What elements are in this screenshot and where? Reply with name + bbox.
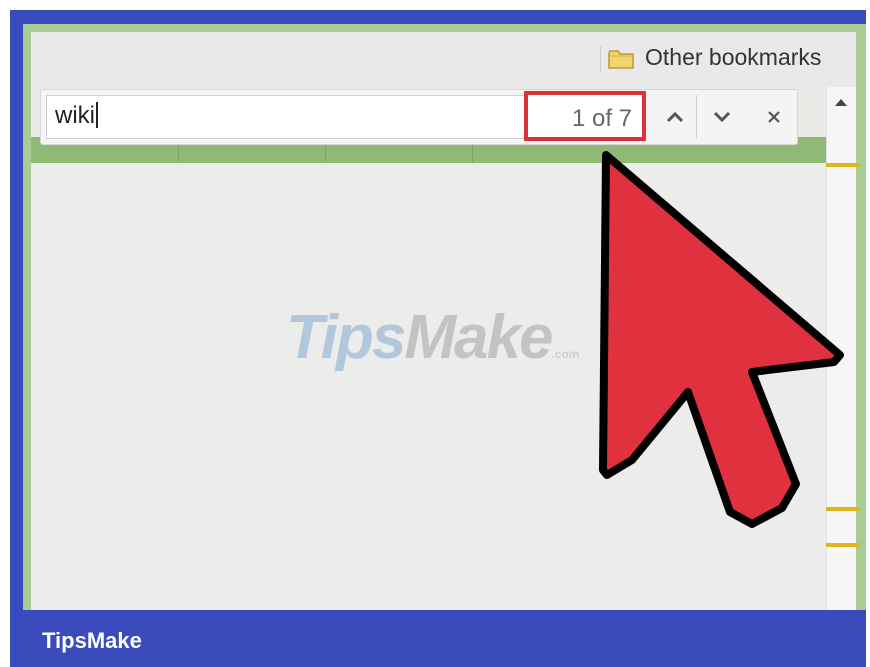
footer-brand: TipsMake bbox=[42, 628, 142, 653]
pointer-arrow-icon bbox=[599, 151, 844, 528]
